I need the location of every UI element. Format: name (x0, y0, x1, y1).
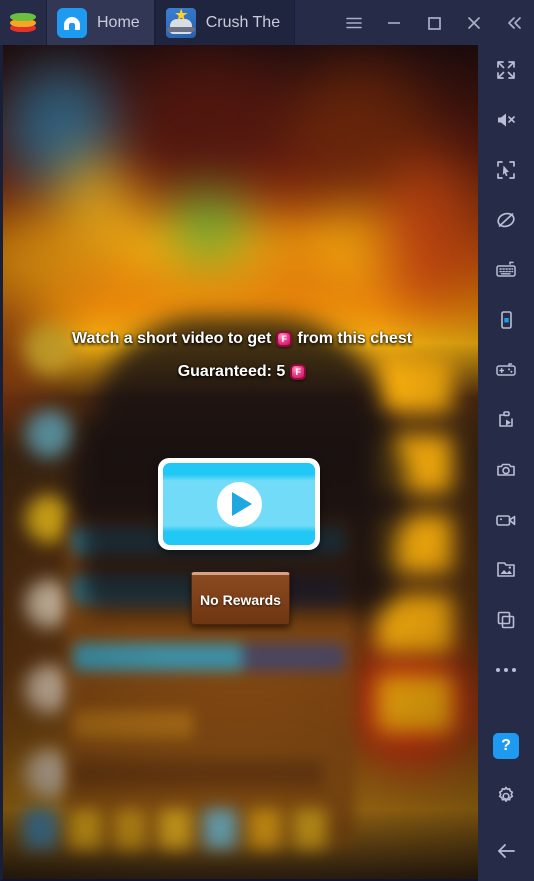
play-video-button[interactable] (158, 458, 320, 550)
macro-play-icon[interactable] (478, 395, 534, 445)
titlebar-spacer (295, 0, 334, 45)
dialog-headline-prefix: Watch a short video to get (71, 330, 272, 347)
tab-crush-the-castle[interactable]: Crush The (154, 0, 296, 45)
reward-video-dialog: Watch a short video to get from this che… (3, 45, 478, 879)
home-icon (57, 7, 87, 38)
guaranteed-label: Guaranteed: 5 (177, 363, 286, 380)
bluestacks-window: Home Crush The Watch a short video to ge… (0, 0, 534, 881)
tab-game-label: Crush The (205, 13, 281, 31)
play-icon (216, 481, 262, 527)
gamepad-icon[interactable] (478, 345, 534, 395)
bluestacks-sidebar: ? (478, 45, 534, 881)
currency-gem-icon (290, 364, 307, 380)
speaker-mute-icon[interactable] (478, 95, 534, 145)
tab-home-label: Home (97, 13, 140, 31)
help-question-icon[interactable]: ? (478, 721, 534, 771)
dialog-guaranteed-line: Guaranteed: 5 (3, 363, 478, 381)
video-camera-icon[interactable] (478, 495, 534, 545)
gallery-image-icon[interactable] (478, 545, 534, 595)
no-rewards-button[interactable]: No Rewards (191, 572, 290, 625)
ellipsis-icon[interactable] (478, 645, 534, 695)
currency-gem-icon (276, 331, 293, 347)
copy-windows-icon[interactable] (478, 595, 534, 645)
game-app-icon (165, 7, 196, 38)
logo-layer-green (10, 12, 36, 21)
keyboard-icon[interactable] (478, 245, 534, 295)
arrow-left-icon[interactable] (478, 821, 534, 881)
dialog-headline-suffix: from this chest (297, 330, 413, 347)
camera-icon[interactable] (478, 445, 534, 495)
maximize-icon[interactable] (414, 0, 454, 45)
shake-target-icon[interactable] (478, 145, 534, 195)
phone-icon[interactable] (478, 295, 534, 345)
dialog-headline: Watch a short video to get from this che… (3, 330, 478, 348)
window-titlebar: Home Crush The (0, 0, 534, 45)
android-game-viewport[interactable]: Watch a short video to get from this che… (0, 45, 478, 881)
close-icon[interactable] (454, 0, 494, 45)
circle-slash-icon[interactable] (478, 195, 534, 245)
fullscreen-icon[interactable] (478, 45, 534, 95)
minimize-icon[interactable] (374, 0, 414, 45)
bluestacks-logo[interactable] (0, 0, 46, 45)
tab-home[interactable]: Home (46, 0, 155, 45)
gear-icon[interactable] (478, 771, 534, 821)
double-chevron-left-icon[interactable] (494, 0, 534, 45)
hamburger-icon[interactable] (334, 0, 374, 45)
